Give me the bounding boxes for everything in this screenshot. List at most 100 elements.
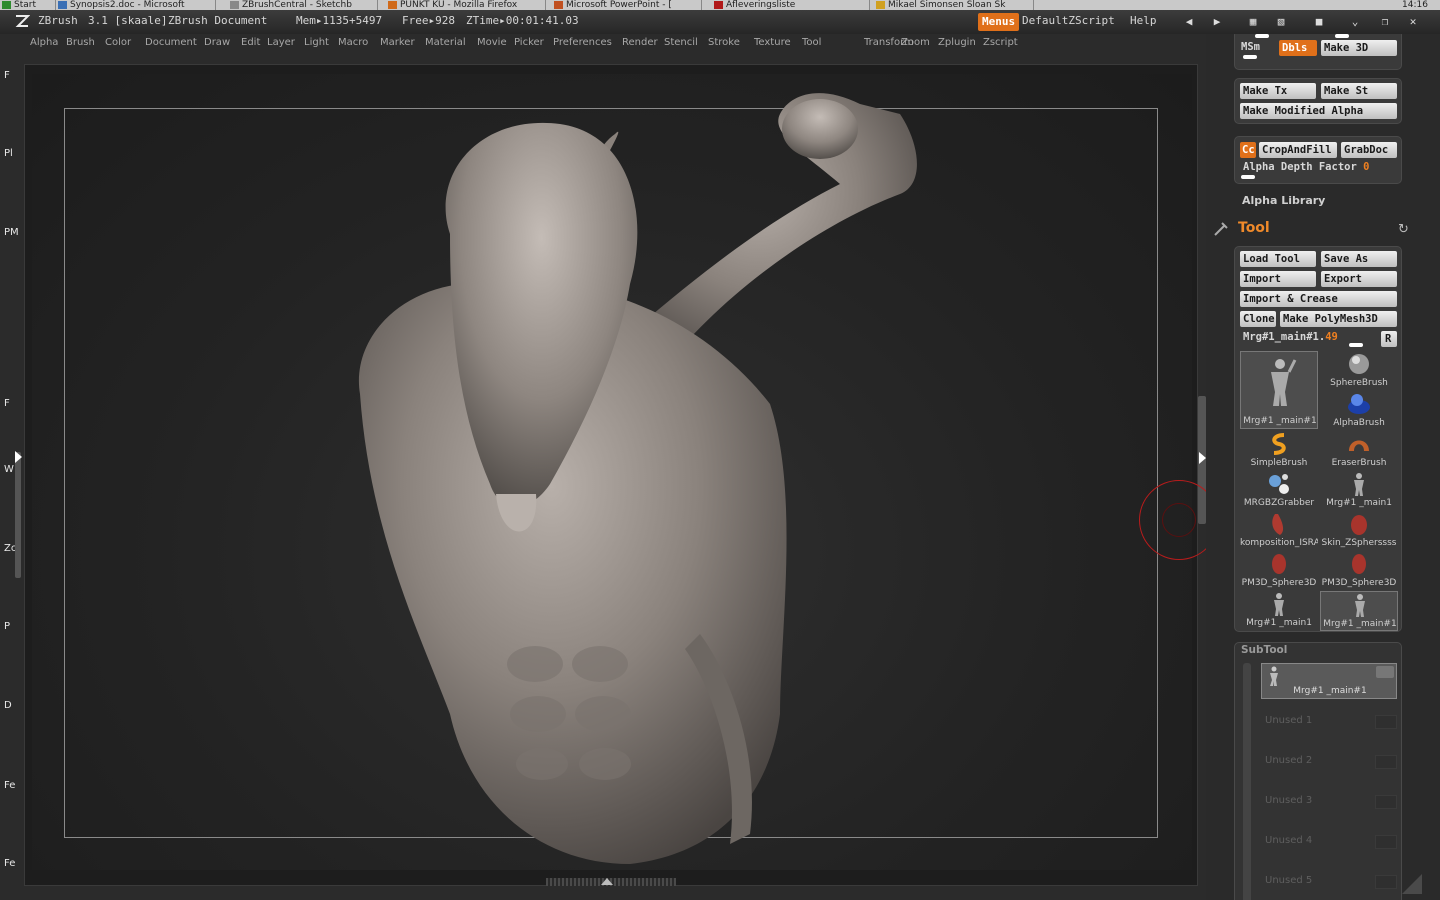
left-tray-arrow-icon[interactable] — [15, 451, 22, 463]
save-as-button[interactable]: Save As — [1321, 251, 1397, 267]
tool-thumb-pm3d-sphere-b[interactable]: PM3D_Sphere3D — [1320, 551, 1398, 591]
app-name: ZBrush — [38, 14, 78, 27]
menu-brush[interactable]: Brush — [66, 37, 95, 48]
restore-icon[interactable]: ❐ — [1376, 14, 1394, 30]
import-crease-button[interactable]: Import & Crease — [1240, 291, 1397, 307]
tool-thumb-mrgbzgrabber[interactable]: MRGBZGrabber — [1240, 471, 1318, 511]
crop-and-fill-button[interactable]: CropAndFill — [1259, 142, 1337, 158]
right-tray-arrow-icon[interactable] — [1199, 452, 1206, 464]
msm-slider[interactable] — [1243, 55, 1257, 59]
taskbar-item[interactable]: Start — [0, 0, 56, 10]
menus-button[interactable]: Menus — [978, 13, 1020, 31]
make-polymesh-button[interactable]: Make PolyMesh3D — [1280, 311, 1397, 327]
subtool-slot[interactable]: Unused 4 — [1265, 835, 1397, 865]
current-tool-slider[interactable]: Mrg#1_main#1.49 — [1243, 331, 1338, 343]
taskbar-item[interactable]: Microsoft PowerPoint - [ — [552, 0, 702, 10]
menu-zscript[interactable]: Zscript — [983, 37, 1018, 48]
menu-document[interactable]: Document — [145, 37, 197, 48]
tool-thumb-pm3d-sphere-a[interactable]: PM3D_Sphere3D — [1240, 551, 1318, 591]
menu-texture[interactable]: Texture — [754, 37, 791, 48]
load-tool-button[interactable]: Load Tool — [1240, 251, 1316, 267]
close-icon[interactable]: ✕ — [1404, 14, 1422, 30]
tool-thumb-spherebrush[interactable]: SphereBrush — [1320, 351, 1398, 391]
menu-stroke[interactable]: Stroke — [708, 37, 740, 48]
menu-preferences[interactable]: Preferences — [553, 37, 612, 48]
menu-color[interactable]: Color — [105, 37, 131, 48]
expand-palette-icon[interactable]: ▶ — [1208, 14, 1226, 30]
subtool-title[interactable]: SubTool — [1241, 644, 1287, 656]
layout-b-icon[interactable]: ▧ — [1272, 14, 1290, 30]
import-button[interactable]: Import — [1240, 271, 1316, 287]
taskbar-item[interactable]: PUNKT KU - Mozilla Firefox — [386, 0, 546, 10]
tool-thumb-mrg-main1[interactable]: Mrg#1 _main1 — [1320, 471, 1398, 511]
alpha-library-button[interactable]: Alpha Library — [1242, 194, 1325, 207]
tool-thumb-mrg-main-selected[interactable]: Mrg#1 _main#1 — [1240, 351, 1318, 429]
menu-layer[interactable]: Layer — [267, 37, 295, 48]
layout-a-icon[interactable]: ▦ — [1244, 14, 1262, 30]
subtool-scrollbar[interactable] — [1243, 663, 1251, 900]
subtool-slot[interactable]: Unused 1 — [1265, 715, 1397, 745]
menu-zoom[interactable]: Zoom — [901, 37, 930, 48]
left-tray-handle[interactable] — [15, 452, 21, 578]
lock-icon[interactable]: ■ — [1310, 14, 1328, 30]
refresh-icon[interactable]: ↻ — [1398, 222, 1409, 237]
tool-thumb-skin-zspheres[interactable]: Skin_ZSpherssss — [1320, 511, 1398, 551]
top-slider-a[interactable] — [1255, 34, 1269, 38]
cc-button[interactable]: Cc — [1240, 142, 1256, 158]
alpha-depth-factor-knob[interactable] — [1241, 175, 1255, 179]
tool-thumb-alphabrush[interactable]: AlphaBrush — [1320, 391, 1398, 431]
make-modified-alpha-button[interactable]: Make Modified Alpha — [1240, 103, 1397, 119]
subtool-slot-toggle[interactable] — [1375, 795, 1397, 809]
tool-thumb-eraserbrush[interactable]: EraserBrush — [1320, 431, 1398, 471]
subtool-active-item[interactable]: Mrg#1 _main#1 — [1261, 663, 1397, 699]
menu-material[interactable]: Material — [425, 37, 466, 48]
menu-zplugin[interactable]: Zplugin — [938, 37, 976, 48]
menu-stencil[interactable]: Stencil — [664, 37, 698, 48]
tool-thumb-simplebrush[interactable]: SimpleBrush — [1240, 431, 1318, 471]
shrink-palette-icon[interactable]: ◀ — [1180, 14, 1198, 30]
grab-doc-button[interactable]: GrabDoc — [1341, 142, 1397, 158]
tool-thumb-komposition[interactable]: komposition_ISRA — [1240, 511, 1318, 551]
taskbar-item[interactable]: Mikael Simonsen Sloan Sk — [874, 0, 1034, 10]
menu-movie[interactable]: Movie — [477, 37, 507, 48]
sculpt-model[interactable] — [300, 74, 960, 870]
menu-edit[interactable]: Edit — [241, 37, 260, 48]
subtool-slot[interactable]: Unused 3 — [1265, 795, 1397, 825]
top-slider-b[interactable] — [1335, 34, 1349, 38]
menu-alpha[interactable]: Alpha — [30, 37, 58, 48]
make-st-button[interactable]: Make St — [1321, 83, 1397, 99]
zscript-button[interactable]: DefaultZScript — [1022, 14, 1115, 27]
subtool-slot-toggle[interactable] — [1375, 715, 1397, 729]
current-tool-knob[interactable] — [1349, 343, 1363, 347]
make-tx-button[interactable]: Make Tx — [1240, 83, 1316, 99]
export-button[interactable]: Export — [1321, 271, 1397, 287]
menu-draw[interactable]: Draw — [204, 37, 230, 48]
taskbar-item[interactable]: Afleveringsliste — [712, 0, 870, 10]
subtool-slot-toggle[interactable] — [1375, 835, 1397, 849]
minimize-icon[interactable]: ⌄ — [1346, 14, 1364, 30]
menu-render[interactable]: Render — [622, 37, 658, 48]
r-button[interactable]: R — [1381, 331, 1397, 347]
menu-light[interactable]: Light — [304, 37, 329, 48]
taskbar-item[interactable]: Synopsis2.doc - Microsoft — [56, 0, 216, 10]
eye-icon[interactable] — [1376, 666, 1394, 678]
alpha-depth-factor-slider[interactable]: Alpha Depth Factor 0 — [1243, 161, 1369, 173]
bottom-tray-arrow-icon[interactable] — [601, 878, 613, 885]
help-button[interactable]: Help — [1130, 14, 1157, 27]
make-3d-button[interactable]: Make 3D — [1321, 40, 1397, 56]
taskbar-item[interactable]: ZBrushCentral - Sketchb — [228, 0, 378, 10]
tool-thumb-mrg-main1-b[interactable]: Mrg#1 _main1 — [1240, 591, 1318, 631]
subtool-slot-toggle[interactable] — [1375, 755, 1397, 769]
subtool-slot[interactable]: Unused 5 — [1265, 875, 1397, 900]
tool-thumb-mrg-main-b[interactable]: Mrg#1 _main#1 — [1320, 591, 1398, 631]
menu-tool[interactable]: Tool — [802, 37, 821, 48]
subtool-slot-toggle[interactable] — [1375, 875, 1397, 889]
clone-button[interactable]: Clone — [1240, 311, 1276, 327]
tool-palette-title[interactable]: Tool — [1238, 220, 1270, 236]
resize-grip-icon[interactable] — [1402, 874, 1422, 894]
subtool-slot[interactable]: Unused 2 — [1265, 755, 1397, 785]
menu-picker[interactable]: Picker — [514, 37, 544, 48]
menu-macro[interactable]: Macro — [338, 37, 368, 48]
dbls-button[interactable]: Dbls — [1279, 40, 1317, 56]
menu-marker[interactable]: Marker — [380, 37, 415, 48]
